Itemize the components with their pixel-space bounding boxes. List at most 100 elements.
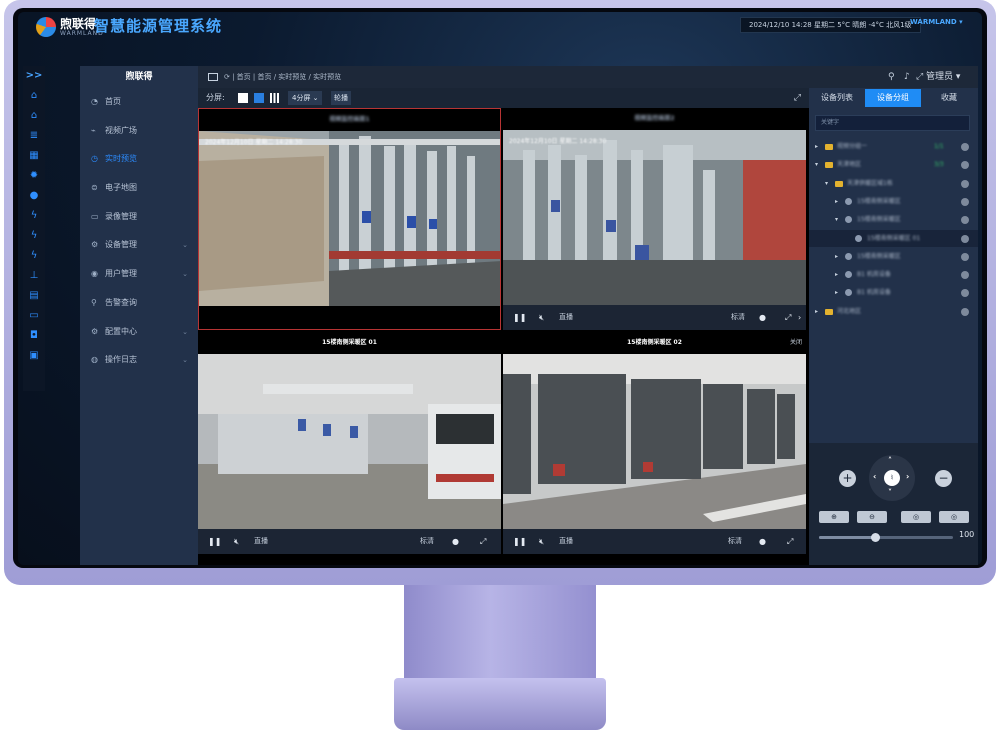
tree-node[interactable]: 15楼南侧采暖区 01 <box>809 229 978 247</box>
caret-right-icon[interactable]: ▸ <box>835 193 838 210</box>
zoom-out-button[interactable]: − <box>935 470 952 487</box>
caret-right-icon[interactable]: ▸ <box>835 248 838 265</box>
split-select[interactable]: 4分屏 ⌄ <box>288 91 322 105</box>
video-cell-4[interactable]: 15楼南侧采暖区 02 关闭 ❚❚ 🔇︎ 直播 标清 ● ⤢ <box>503 332 806 554</box>
caret-right-icon[interactable]: ▸ <box>835 284 838 301</box>
ptz-speed-slider[interactable] <box>819 533 953 542</box>
chevron-down-icon[interactable]: ⌄ <box>182 318 188 347</box>
nav-item[interactable]: ⚙ 配置中心 ⌄ <box>80 318 198 347</box>
mute-icon[interactable]: 🔇︎ <box>234 529 239 554</box>
focus-out-button[interactable]: ⊖ <box>857 511 887 523</box>
cell-fullscreen-icon[interactable]: ⤢ <box>785 305 791 330</box>
mute-icon[interactable]: 🔇︎ <box>539 529 544 554</box>
collapse-toggle[interactable]: >> <box>23 66 45 86</box>
table-icon[interactable]: ▤ <box>23 286 45 306</box>
list-icon[interactable]: ≣ <box>23 126 45 146</box>
record-icon[interactable]: ● <box>759 305 766 330</box>
screen-icon[interactable]: ▣ <box>23 346 45 366</box>
tree-node[interactable]: ▸ 视频分组一 1/1 <box>809 138 978 155</box>
record-icon[interactable]: ● <box>452 529 459 554</box>
fullscreen-icon[interactable]: ⤢ <box>916 66 923 88</box>
pause-icon[interactable]: ❚❚ <box>208 529 221 554</box>
bell-icon[interactable]: ♪ <box>904 66 910 88</box>
video-cell-2[interactable]: 视频监控画面2 2024年12月10日 星期二 14:28:30 ❚❚ 🔇︎ 直… <box>503 108 806 330</box>
quality-label[interactable]: 标清 <box>728 529 742 554</box>
nav-item[interactable]: ⚙ 设备管理 ⌄ <box>80 231 198 260</box>
video-cell-3[interactable]: 15楼南侧采暖区 01 ❚❚ 🔇︎ 直播 标清 ● ⤢ <box>198 332 501 554</box>
layout-4-icon[interactable] <box>254 93 264 103</box>
tree-node[interactable]: ▸ B1 机房设备 <box>809 284 978 301</box>
arrow-right-icon[interactable]: › <box>906 472 909 481</box>
layout-1-icon[interactable] <box>238 93 248 103</box>
live-label[interactable]: 直播 <box>254 529 268 554</box>
nav-item[interactable]: ⚲ 告警查询 <box>80 289 198 318</box>
mic-icon[interactable]: ♮ <box>884 470 900 486</box>
pause-icon[interactable]: ❚❚ <box>513 529 526 554</box>
nav-item[interactable]: ⊜ 电子地图 <box>80 174 198 203</box>
bolt-icon[interactable]: ϟ <box>23 206 45 226</box>
tab-device-list[interactable]: 设备列表 <box>812 89 862 107</box>
tree-node[interactable]: ▸ 15楼南侧采暖区 <box>809 248 978 265</box>
monitor-icon[interactable]: ▭ <box>23 306 45 326</box>
brand-menu[interactable]: WARMLAND ▾ <box>910 18 963 26</box>
thermometer-icon[interactable]: ⊥ <box>23 266 45 286</box>
tree-node[interactable]: ▸ B1 机房设备 <box>809 266 978 283</box>
next-icon[interactable]: › <box>798 305 801 330</box>
chevron-down-icon[interactable]: ⌄ <box>182 231 188 260</box>
home-icon[interactable]: ⌂ <box>23 106 45 126</box>
cell-fullscreen-icon[interactable]: ⤢ <box>787 529 793 554</box>
nav-item[interactable]: ◷ 实时预览 <box>80 145 198 174</box>
nav-item[interactable]: ⌁ 视频广场 <box>80 117 198 146</box>
flash-icon[interactable]: ϟ <box>23 246 45 266</box>
caret-down-icon[interactable]: ▾ <box>815 156 818 173</box>
sun-icon[interactable]: ✹ <box>23 166 45 186</box>
arrow-up-icon[interactable]: ˄ <box>888 456 892 465</box>
close-button[interactable]: 关闭 <box>790 332 802 354</box>
chevron-down-icon[interactable]: ⌄ <box>182 346 188 375</box>
tree-node[interactable]: ▾ 天津地区 3/3 <box>809 156 978 173</box>
breadcrumb-text[interactable]: ⟳ | 首页 | 首页 / 实时预览 / 实时预览 <box>224 73 341 81</box>
tree-node[interactable]: ▸ 15楼南侧采暖区 <box>809 193 978 210</box>
pause-icon[interactable]: ❚❚ <box>513 305 526 330</box>
iris-open-button[interactable]: ◎ <box>901 511 931 523</box>
bolt-icon[interactable]: ϟ <box>23 226 45 246</box>
caret-right-icon[interactable]: ▸ <box>835 266 838 283</box>
tree-node[interactable]: ▾ 天津供暖区域1栋 <box>809 175 978 192</box>
chevron-down-icon[interactable]: ⌄ <box>182 260 188 289</box>
arrow-down-icon[interactable]: ˅ <box>888 488 892 497</box>
caret-right-icon[interactable]: ▸ <box>815 138 818 155</box>
cell-fullscreen-icon[interactable]: ⤢ <box>480 529 486 554</box>
nav-item[interactable]: ▭ 录像管理 <box>80 203 198 232</box>
zoom-in-button[interactable]: + <box>839 470 856 487</box>
tab-device-group[interactable]: 设备分组 <box>865 89 921 107</box>
caret-down-icon[interactable]: ▾ <box>825 175 828 192</box>
chart-icon[interactable]: ◘ <box>23 326 45 346</box>
caret-down-icon[interactable]: ▾ <box>835 211 838 228</box>
focus-in-button[interactable]: ⊕ <box>819 511 849 523</box>
tree-node[interactable]: ▸ 河北地区 <box>809 303 978 320</box>
caret-right-icon[interactable]: ▸ <box>815 303 818 320</box>
slider-knob[interactable] <box>871 533 881 542</box>
water-icon[interactable]: ● <box>23 186 45 206</box>
mute-icon[interactable]: 🔇︎ <box>539 305 544 330</box>
search-icon[interactable]: ⚲ <box>888 66 895 88</box>
home-icon[interactable]: ⌂ <box>23 86 45 106</box>
video-cell-1[interactable]: 视频监控画面1 2024年12月10日 星期二 14:28:30 <box>198 108 501 330</box>
ptz-direction-pad[interactable]: ˄ ‹ › ˅ ♮ <box>869 455 915 501</box>
tab-favorites[interactable]: 收藏 <box>924 89 974 107</box>
arrow-left-icon[interactable]: ‹ <box>873 472 876 481</box>
nav-item[interactable]: ◍ 操作日志 ⌄ <box>80 346 198 375</box>
nav-item[interactable]: ◔ 首页 <box>80 88 198 117</box>
grid-fullscreen-icon[interactable]: ⤢ <box>794 88 801 108</box>
iris-close-button[interactable]: ◎ <box>939 511 969 523</box>
live-label[interactable]: 直播 <box>559 305 573 330</box>
rotate-button[interactable]: 轮播 <box>331 91 351 105</box>
live-label[interactable]: 直播 <box>559 529 573 554</box>
search-input[interactable]: 关键字 <box>815 115 970 131</box>
quality-label[interactable]: 标清 <box>731 305 745 330</box>
menu-icon[interactable] <box>208 73 218 81</box>
admin-menu[interactable]: 管理员 ▾ <box>926 66 960 88</box>
nav-item[interactable]: ◉ 用户管理 ⌄ <box>80 260 198 289</box>
record-icon[interactable]: ● <box>759 529 766 554</box>
grid-icon[interactable]: ▦ <box>23 146 45 166</box>
